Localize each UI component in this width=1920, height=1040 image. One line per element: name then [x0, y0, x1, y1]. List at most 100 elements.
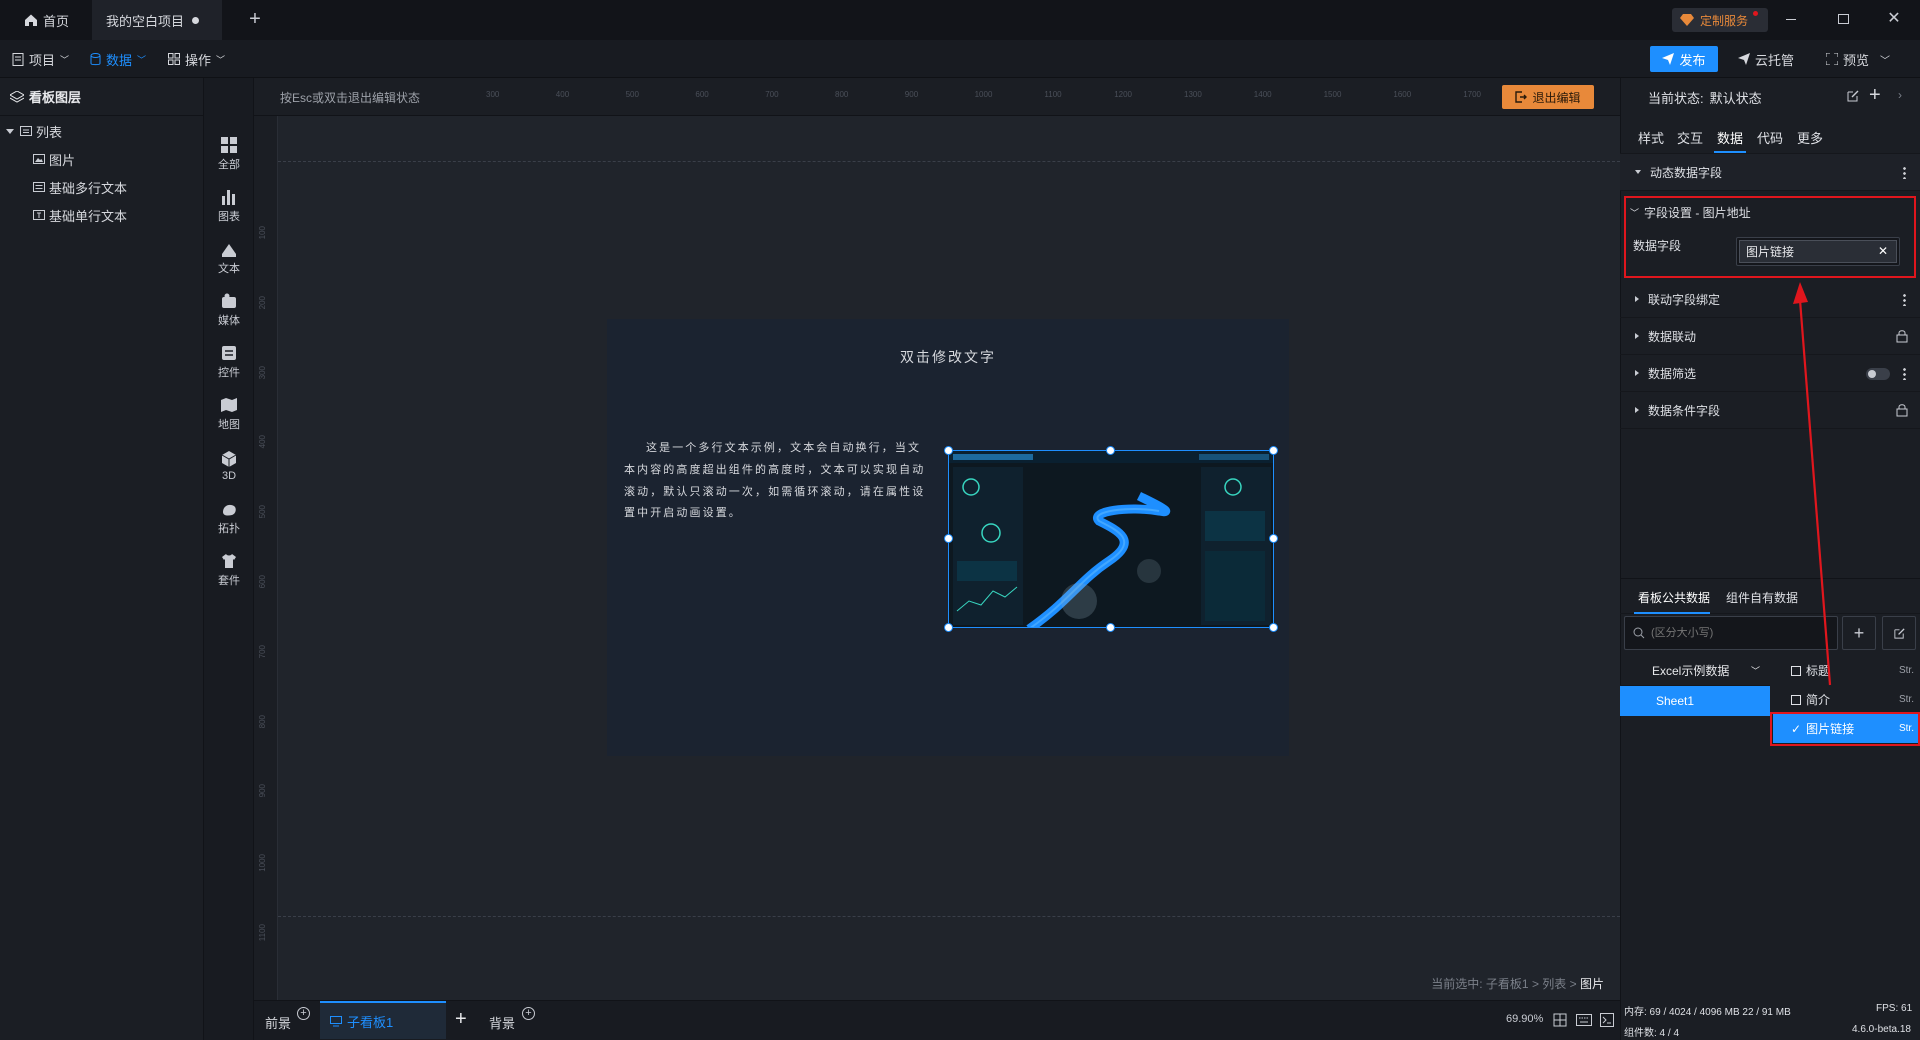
add-foreground-icon[interactable]: + — [297, 1007, 310, 1020]
tree-item-label: 基础单行文本 — [49, 208, 128, 224]
tab-home[interactable]: 首页 — [10, 0, 90, 40]
resize-handle[interactable] — [1269, 623, 1278, 632]
ruler-tick-label: 700 — [258, 644, 267, 659]
section-label: 数据条件字段 — [1648, 403, 1721, 418]
filter-toggle[interactable] — [1866, 368, 1890, 380]
fit-screen-icon[interactable] — [1553, 1013, 1567, 1027]
resize-handle[interactable] — [1269, 534, 1278, 543]
background-tab[interactable]: 背景 — [489, 1013, 515, 1032]
more-icon[interactable] — [1903, 166, 1906, 179]
keyboard-icon[interactable] — [1576, 1014, 1592, 1026]
caret-right-icon — [1635, 370, 1639, 376]
menu-project[interactable]: 项目 ﹀ — [12, 40, 69, 78]
data-field-tag[interactable]: 图片链接 ✕ — [1739, 240, 1897, 263]
tab-style[interactable]: 样式 — [1638, 128, 1664, 147]
tab-more[interactable]: 更多 — [1797, 128, 1823, 147]
tab-board-data[interactable]: 看板公共数据 — [1638, 589, 1710, 606]
caret-right-icon — [1635, 407, 1639, 413]
tree-item-singleline-text[interactable]: 基础单行文本 — [33, 202, 193, 228]
subboard-tab[interactable]: 子看板1 — [320, 1001, 446, 1039]
tab-project[interactable]: 我的空白项目 — [92, 0, 222, 40]
lock-icon[interactable] — [1896, 403, 1908, 417]
strip-3d[interactable]: 3D — [204, 440, 254, 492]
resize-handle[interactable] — [1269, 446, 1278, 455]
menu-operate[interactable]: 操作 ﹀ — [168, 40, 225, 78]
edit-hint: 按Esc或双击退出编辑状态 — [280, 91, 421, 105]
clear-icon[interactable]: ✕ — [1878, 244, 1888, 258]
strip-kit[interactable]: 套件 — [204, 544, 254, 596]
resize-handle[interactable] — [944, 446, 953, 455]
edit-data-icon[interactable] — [1882, 616, 1916, 650]
dashboard-thumbnail — [949, 451, 1273, 627]
strip-label: 媒体 — [218, 315, 240, 327]
more-icon[interactable] — [1903, 293, 1906, 306]
more-icon[interactable] — [1903, 367, 1906, 380]
data-field-label: 数据字段 — [1633, 239, 1682, 253]
foreground-tab[interactable]: 前景 — [265, 1013, 291, 1032]
ruler-tick-label: 1200 — [1114, 90, 1132, 99]
minimize-icon[interactable] — [1786, 19, 1796, 20]
fullscreen-icon — [1826, 53, 1838, 65]
strip-all[interactable]: 全部 — [204, 128, 254, 180]
exit-edit-button[interactable]: 退出编辑 — [1502, 85, 1594, 109]
ruler-tick-label: 700 — [765, 90, 779, 99]
breadcrumb-path: 当前选中: 子看板1 > 列表 > — [1431, 977, 1577, 991]
resize-handle[interactable] — [944, 534, 953, 543]
data-source-select[interactable]: Excel示例数据 ﹀ — [1620, 656, 1770, 686]
ruler-tick-label: 200 — [258, 295, 267, 310]
restore-icon[interactable] — [1838, 14, 1849, 24]
text-icon — [33, 210, 45, 220]
active-tab-indicator — [1634, 612, 1710, 614]
strip-label: 控件 — [218, 367, 240, 379]
strip-media[interactable]: 媒体 — [204, 284, 254, 336]
cloud-button[interactable]: 云托管 — [1738, 40, 1794, 78]
ruler-tick-label: 1100 — [258, 924, 267, 942]
multi-line-text[interactable]: 这是一个多行文本示例，文本会自动换行，当文本内容的高度超出组件的高度时，文本可以… — [624, 438, 927, 525]
field-setting-header[interactable]: ﹀ 字段设置 - 图片地址 — [1630, 204, 1751, 221]
tree-item-image[interactable]: 图片 — [33, 146, 193, 172]
monitor-icon — [330, 1015, 342, 1026]
state-value[interactable]: 默认状态 — [1710, 88, 1762, 107]
strip-map[interactable]: 地图 — [204, 388, 254, 440]
ruler-tick-label: 1600 — [1393, 90, 1412, 99]
chevron-down-icon: ﹀ — [1880, 55, 1891, 67]
add-state-icon[interactable]: + — [1869, 85, 1881, 105]
single-line-text[interactable]: 双击修改文字 — [607, 347, 1289, 367]
edit-icon[interactable] — [1846, 89, 1860, 103]
tab-interaction[interactable]: 交互 — [1677, 128, 1703, 147]
image-component[interactable] — [948, 450, 1274, 628]
tree-item-multiline-text[interactable]: 基础多行文本 — [33, 174, 193, 200]
preview-button[interactable]: 预览 ﹀ — [1826, 40, 1890, 78]
field-type: Str. — [1898, 694, 1914, 705]
add-background-icon[interactable]: + — [522, 1007, 535, 1020]
resize-handle[interactable] — [1106, 623, 1115, 632]
lock-icon[interactable] — [1896, 329, 1908, 343]
custom-service-button[interactable]: 定制服务 — [1672, 8, 1768, 32]
zoom-level[interactable]: 69.90% — [1506, 1013, 1543, 1025]
tree-item-list[interactable]: 列表 — [6, 118, 196, 144]
checkbox[interactable] — [1791, 694, 1801, 705]
new-tab-plus-icon[interactable]: + — [244, 8, 266, 30]
add-subboard-icon[interactable]: + — [455, 1009, 467, 1029]
resize-handle[interactable] — [1106, 446, 1115, 455]
tab-data[interactable]: 数据 — [1717, 128, 1743, 147]
menu-label: 项目 — [29, 52, 56, 68]
ruler-tick-label: 600 — [258, 575, 267, 589]
strip-text[interactable]: 文本 — [204, 232, 254, 284]
chevron-down-icon: ﹀ — [60, 54, 70, 65]
strip-control[interactable]: 控件 — [204, 336, 254, 388]
menu-data[interactable]: 数据 ﹀ — [90, 40, 146, 78]
strip-topology[interactable]: 拓扑 — [204, 492, 254, 544]
strip-chart[interactable]: 图表 — [204, 180, 254, 232]
add-data-icon[interactable]: + — [1842, 616, 1876, 650]
section-dynamic-fields[interactable]: 动态数据字段 — [1620, 154, 1920, 191]
tab-label: 首页 — [43, 13, 70, 29]
terminal-icon[interactable] — [1600, 1013, 1614, 1027]
resize-handle[interactable] — [944, 623, 953, 632]
tab-code[interactable]: 代码 — [1757, 128, 1783, 147]
sheet-item[interactable]: Sheet1 — [1620, 686, 1770, 716]
publish-button[interactable]: 发布 — [1650, 46, 1718, 72]
close-icon[interactable]: ✕ — [1886, 10, 1902, 28]
chevron-right-icon[interactable]: › — [1898, 88, 1902, 102]
sheet-label: Sheet1 — [1656, 694, 1695, 708]
